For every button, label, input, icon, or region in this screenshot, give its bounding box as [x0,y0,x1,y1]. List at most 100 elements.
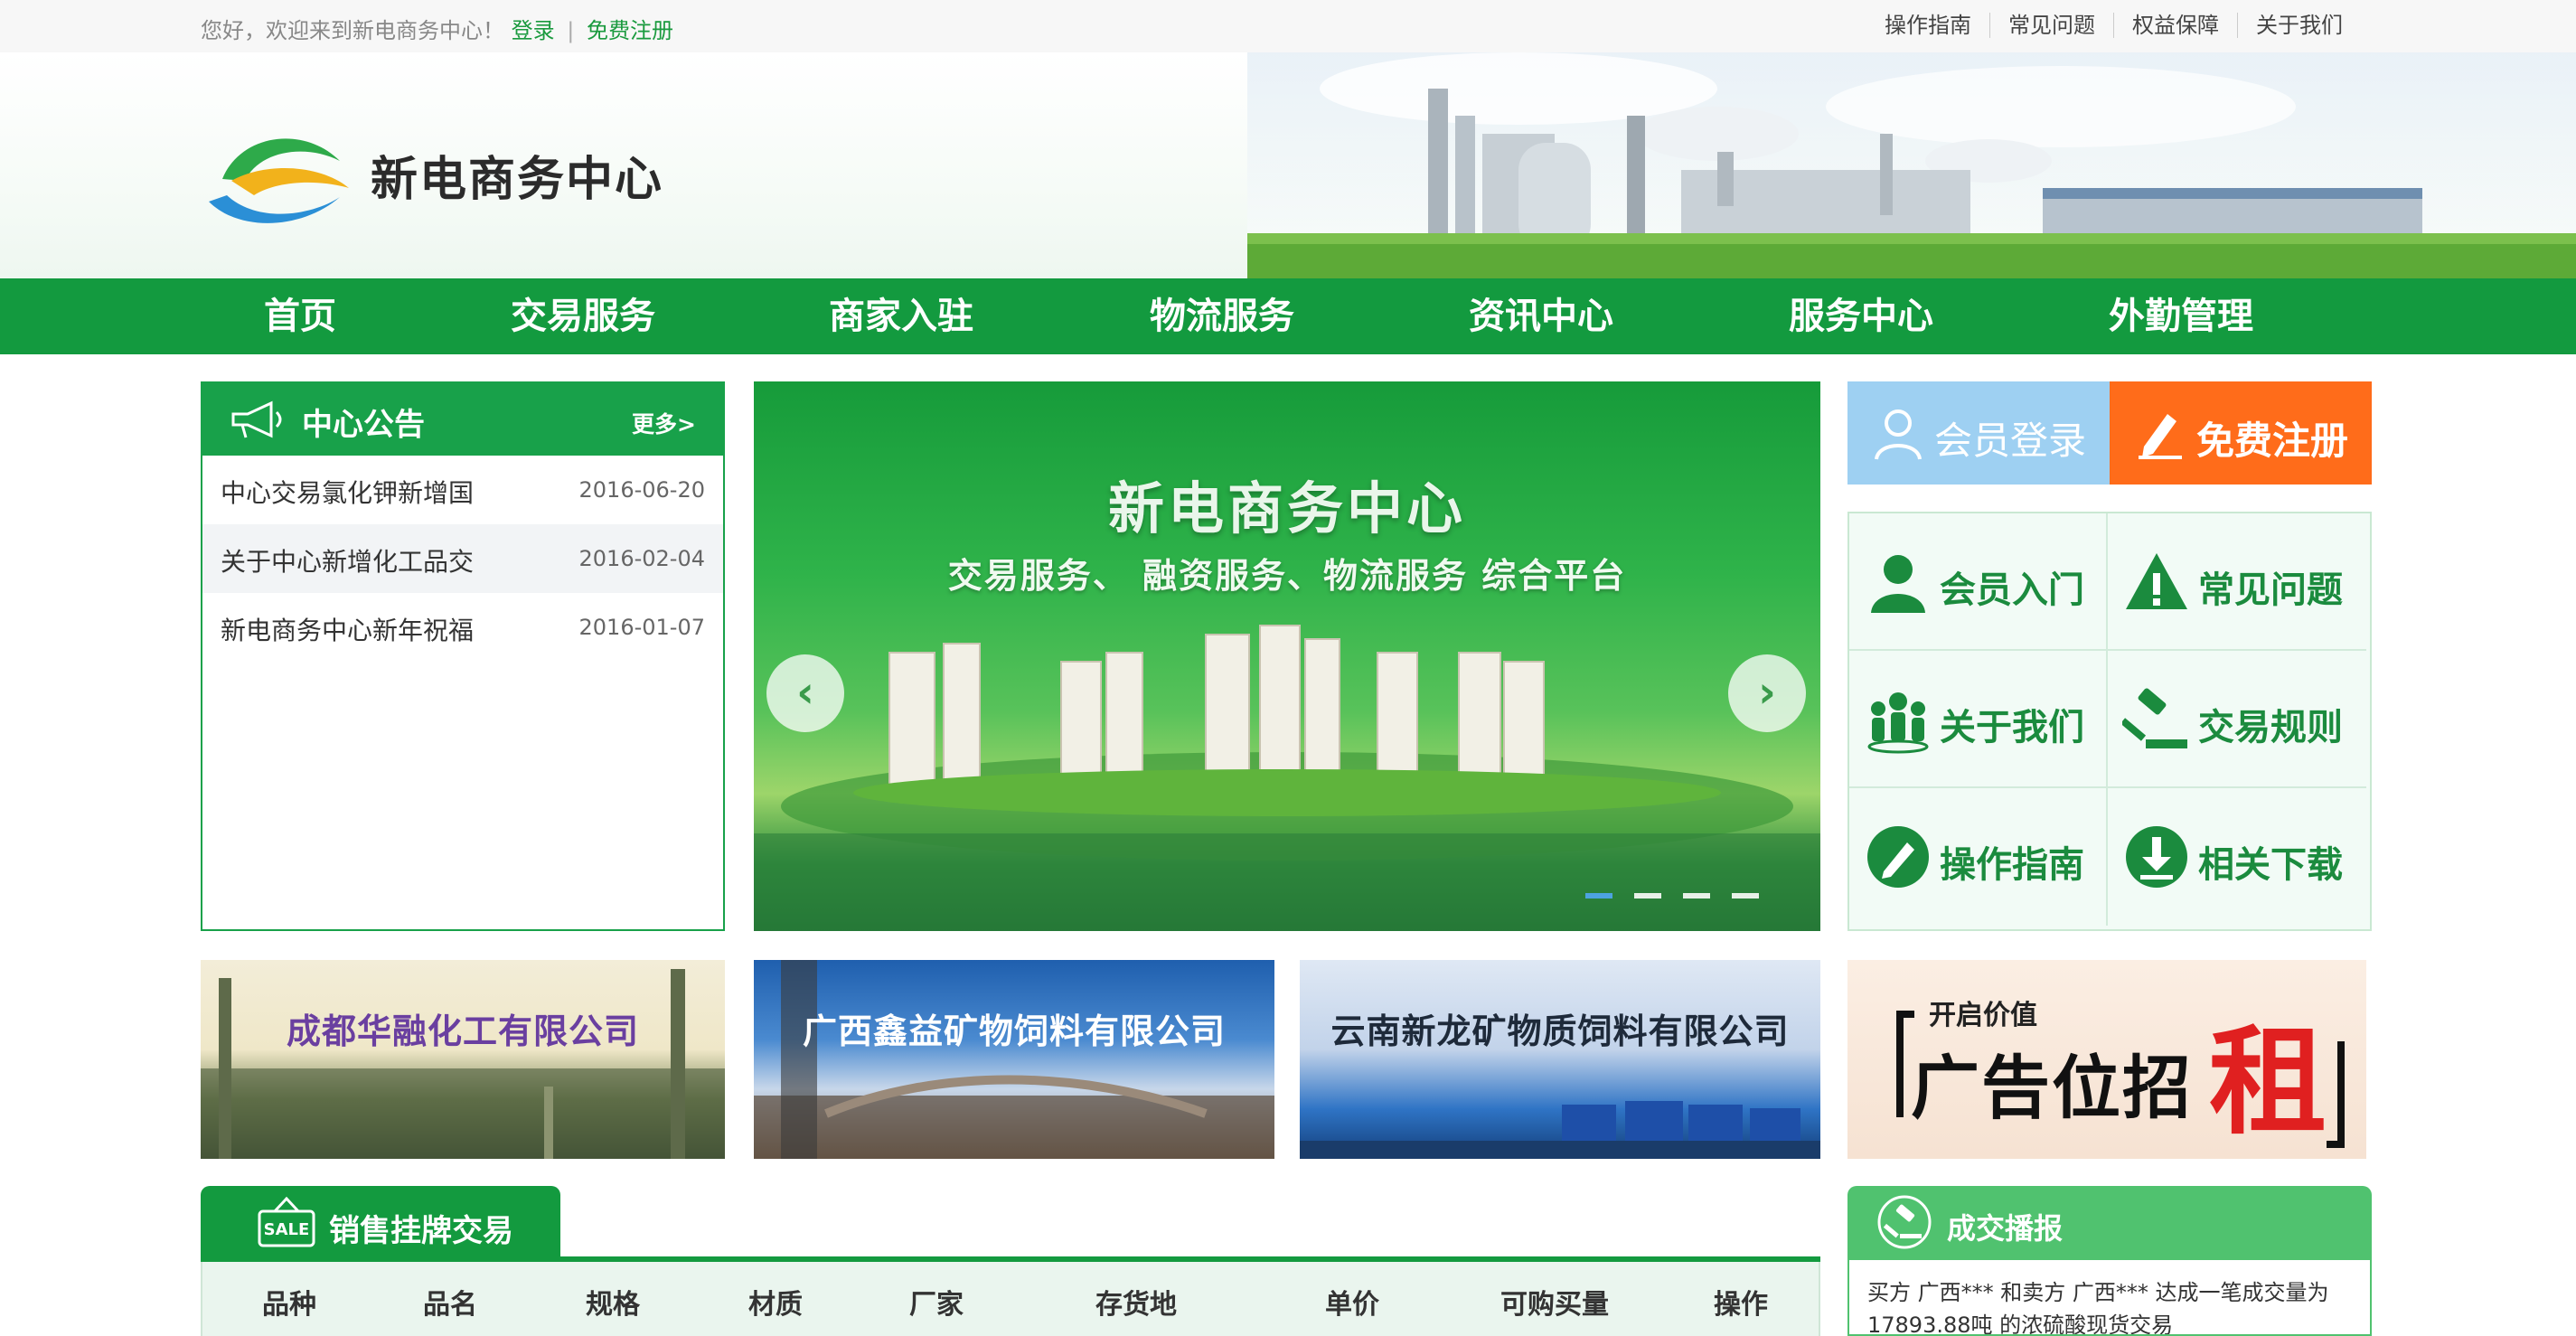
notice-item[interactable]: 关于中心新增化工品交 2016-02-04 [202,524,723,593]
notice-item-title[interactable]: 关于中心新增化工品交 [221,542,474,579]
top-link-about[interactable]: 关于我们 [2237,13,2361,38]
quick-link-rules[interactable]: 交易规则 [2108,651,2366,788]
plant-illustration [201,969,725,1159]
top-link-rights[interactable]: 权益保障 [2113,13,2237,38]
notice-item[interactable]: 中心交易氯化钾新增国 2016-06-20 [202,456,723,524]
banner-subtitle: 交易服务、 融资服务、物流服务 综合平台 [947,556,1627,596]
notice-item[interactable]: 新电商务中心新年祝福 2016-01-07 [202,593,723,662]
top-link-guide[interactable]: 操作指南 [1866,13,1989,38]
pencil-icon [1867,826,1929,888]
quick-link-label: 操作指南 [1940,844,2084,886]
notice-panel: 中心公告 更多> 中心交易氯化钾新增国 2016-06-20 关于中心新增化工品… [201,381,725,931]
user-icon [1871,555,1925,613]
company-ad[interactable]: 云南新龙矿物质饲料有限公司 [1300,960,1820,1159]
quick-link-label: 常见问题 [2198,569,2343,611]
quick-link-about[interactable]: 关于我们 [1849,651,2108,788]
top-bar: 您好，欢迎来到新电商务中心！ 登录 | 免费注册 操作指南 常见问题 权益保障 … [0,0,2576,53]
user-outline-icon [1875,409,1922,460]
quick-link-operation-guide[interactable]: 操作指南 [1849,788,2108,926]
nav-news[interactable]: 资讯中心 [1428,278,1654,354]
banner-dot[interactable] [1634,893,1661,899]
company-ad[interactable]: 成都华融化工有限公司 [201,960,725,1159]
notice-item-date: 2016-06-20 [578,477,705,503]
column-header: 品种 [262,1289,316,1321]
banner-dot[interactable] [1683,893,1710,899]
rent-big-text: 广告位招 [1911,1048,2193,1128]
notice-item-title[interactable]: 中心交易氯化钾新增国 [221,474,474,510]
column-header: 操作 [1714,1289,1768,1321]
banner-title: 新电商务中心 [1107,475,1466,541]
free-register-button[interactable]: 免费注册 [2110,381,2372,485]
nav-merchant[interactable]: 商家入驻 [788,278,1014,354]
banner-dot[interactable] [1732,893,1759,899]
member-login-label: 会员登录 [1934,419,2087,463]
deal-broadcast-text: 买方 广西*** 和卖方 广西*** 达成一笔成交量为 17893.88吨 的浓… [1867,1280,2329,1336]
gavel-icon [2122,688,2187,748]
nav-field[interactable]: 外勤管理 [2068,278,2294,354]
logo-icon[interactable] [204,125,358,233]
warning-icon [2126,553,2187,609]
sales-listing-section: SALE 销售挂牌交易 品种 品名 规格 材质 厂家 存货地 单价 可购买量 操… [201,1186,1820,1336]
quick-link-label: 关于我们 [1940,707,2084,748]
site-header: 新电商务中心 [0,52,2576,278]
sales-table-header: 品种 品名 规格 材质 厂家 存货地 单价 可购买量 操作 [201,1262,1820,1336]
hero-banner[interactable]: 新电商务中心 交易服务、 融资服务、物流服务 综合平台 ‹ › [754,381,1820,931]
separator: | [567,18,575,43]
free-register-label: 免费注册 [2196,419,2349,463]
notice-header: 中心公告 更多> [202,383,723,456]
banner-pagination [1585,893,1781,899]
column-header: 存货地 [1095,1289,1177,1321]
quick-link-faq[interactable]: 常见问题 [2108,513,2366,651]
main-nav: 首页 交易服务 商家入驻 物流服务 资讯中心 服务中心 外勤管理 [0,278,2576,354]
quick-links-grid: 会员入门 常见问题 关于我们 交易规则 操作指南 相关下载 [1847,512,2372,931]
quick-link-label: 会员入门 [1940,569,2084,611]
rent-bracket-right [2327,1041,2345,1148]
notice-more-link[interactable]: 更多> [632,407,696,439]
quick-link-label: 交易规则 [2198,707,2343,748]
column-header: 品名 [423,1289,477,1321]
column-header: 可购买量 [1500,1289,1609,1321]
column-header: 材质 [748,1289,803,1321]
column-header: 规格 [586,1289,640,1321]
nav-trade[interactable]: 交易服务 [470,278,696,354]
login-link[interactable]: 登录 [512,18,555,43]
welcome-area: 您好，欢迎来到新电商务中心！ 登录 | 免费注册 [201,13,673,44]
megaphone-icon [231,400,282,438]
top-link-faq[interactable]: 常见问题 [1989,13,2113,38]
quick-link-label: 相关下载 [2198,844,2343,886]
column-header: 单价 [1325,1289,1379,1321]
tank-illustration [1300,1101,1820,1159]
quick-link-downloads[interactable]: 相关下载 [2108,788,2366,926]
banner-prev-button[interactable]: ‹ [766,654,844,732]
company-name: 云南新龙矿物质饲料有限公司 [1330,1011,1790,1051]
pencil-edit-icon [2139,414,2182,459]
banner-next-button[interactable]: › [1728,654,1806,732]
notice-item-date: 2016-02-04 [578,546,705,571]
notice-item-title[interactable]: 新电商务中心新年祝福 [221,611,474,647]
sale-badge-text: SALE [264,1220,310,1239]
ad-space-for-rent[interactable]: 开启价值 广告位招 租 [1847,960,2366,1159]
top-links: 操作指南 常见问题 权益保障 关于我们 [1866,13,2361,38]
nav-logistics[interactable]: 物流服务 [1109,278,1335,354]
company-ad[interactable]: 广西鑫益矿物饲料有限公司 [754,960,1274,1159]
nav-service[interactable]: 服务中心 [1748,278,1974,354]
register-link[interactable]: 免费注册 [587,18,673,43]
sales-tab-label: 销售挂牌交易 [329,1213,513,1249]
nav-home[interactable]: 首页 [201,278,400,354]
deal-broadcast-title: 成交播报 [1947,1211,2064,1246]
welcome-text: 您好，欢迎来到新电商务中心！ [201,18,504,43]
banner-dot[interactable] [1585,893,1612,899]
rent-small-text: 开启价值 [1929,1000,2037,1031]
brand-name: 新电商务中心 [371,153,664,207]
group-icon [1867,692,1929,754]
sale-tag-icon: SALE [258,1197,315,1247]
quick-link-member-guide[interactable]: 会员入门 [1849,513,2108,651]
deal-broadcast-header: 成交播报 [1847,1186,2372,1258]
column-header: 厂家 [909,1289,964,1321]
deal-broadcast-body: 买方 广西*** 和卖方 广西*** 达成一笔成交量为 17893.88吨 的浓… [1847,1258,2372,1336]
sales-tab[interactable]: SALE 销售挂牌交易 [201,1186,560,1258]
member-login-button[interactable]: 会员登录 [1847,381,2110,485]
company-name: 成都华融化工有限公司 [286,1011,639,1051]
plant-illustration [754,960,1274,1159]
factory-illustration [1247,52,2576,278]
